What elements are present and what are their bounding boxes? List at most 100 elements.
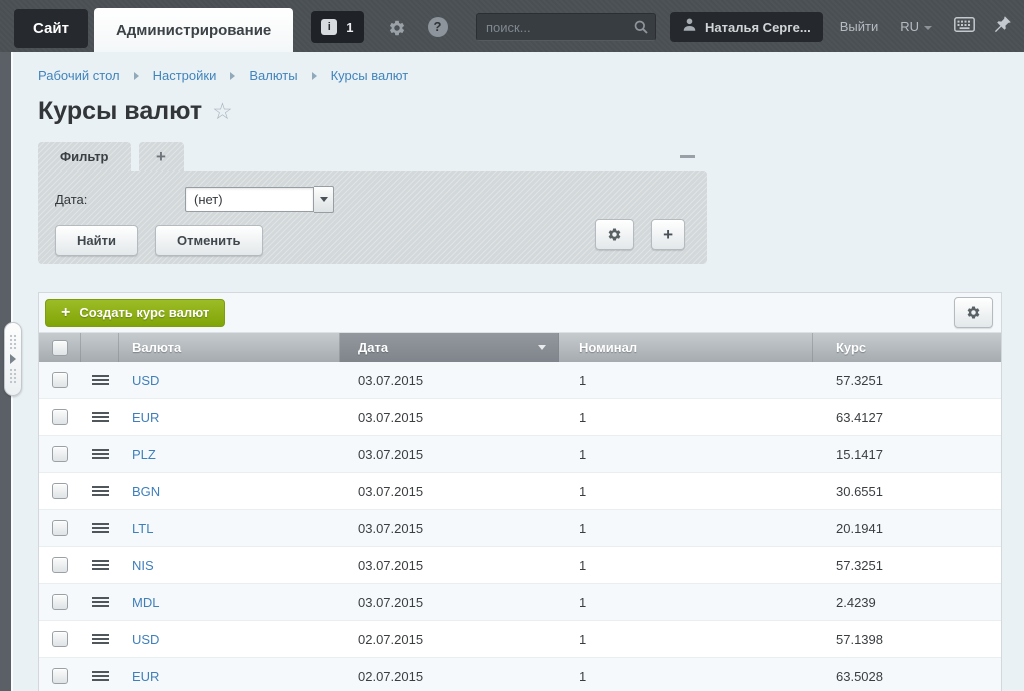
column-header-nominal[interactable]: Номинал: [559, 333, 813, 362]
logout-link[interactable]: Выйти: [840, 19, 879, 34]
left-menu-toggle[interactable]: [4, 322, 22, 396]
keyboard-icon[interactable]: [954, 17, 975, 37]
rate-nominal: 1: [559, 621, 813, 657]
breadcrumb-desktop[interactable]: Рабочий стол: [38, 68, 120, 83]
page-title: Курсы валют: [38, 97, 202, 126]
pushpin-icon[interactable]: [993, 15, 1012, 39]
tab-administration[interactable]: Администрирование: [94, 8, 293, 52]
table-row: USD 02.07.2015 1 57.1398: [39, 621, 1001, 658]
date-filter-select[interactable]: (нет): [185, 187, 314, 212]
rate-nominal: 1: [559, 658, 813, 691]
table-header: Валюта Дата Номинал Курс: [39, 333, 1001, 362]
star-icon[interactable]: ☆: [212, 100, 233, 123]
table-row: BGN 03.07.2015 1 30.6551: [39, 473, 1001, 510]
chevron-down-icon: [320, 197, 328, 202]
rate-date: 03.07.2015: [340, 510, 559, 546]
filter-panel: Дата: (нет) Найти Отменить +: [38, 171, 707, 264]
hamburger-icon[interactable]: [92, 449, 109, 459]
column-header-date[interactable]: Дата: [340, 333, 559, 362]
row-checkbox[interactable]: [52, 409, 68, 425]
filter-settings-button[interactable]: [595, 219, 634, 250]
row-checkbox[interactable]: [52, 631, 68, 647]
person-icon: [682, 17, 697, 37]
column-header-rate[interactable]: Курс: [813, 333, 1001, 362]
tab-site[interactable]: Сайт: [14, 9, 88, 48]
gear-icon: [607, 227, 622, 242]
add-filter-tab-button[interactable]: +: [139, 142, 184, 171]
breadcrumb-currencies[interactable]: Валюты: [249, 68, 297, 83]
row-checkbox[interactable]: [52, 594, 68, 610]
hamburger-icon[interactable]: [92, 486, 109, 496]
table-row: NIS 03.07.2015 1 57.3251: [39, 547, 1001, 584]
notifications-button[interactable]: i 1: [311, 11, 363, 43]
currency-link[interactable]: PLZ: [132, 447, 156, 462]
find-button[interactable]: Найти: [55, 225, 138, 256]
row-checkbox[interactable]: [52, 446, 68, 462]
row-checkbox[interactable]: [52, 372, 68, 388]
row-checkbox[interactable]: [52, 520, 68, 536]
currency-link[interactable]: BGN: [132, 484, 160, 499]
sort-desc-caret-icon: [538, 345, 546, 350]
currency-link[interactable]: NIS: [132, 558, 154, 573]
rate-value: 20.1941: [813, 510, 1001, 546]
currency-link[interactable]: LTL: [132, 521, 153, 536]
plus-icon: +: [663, 226, 673, 243]
column-header-currency[interactable]: Валюта: [119, 333, 340, 362]
gear-icon[interactable]: [388, 19, 406, 42]
row-checkbox[interactable]: [52, 557, 68, 573]
date-filter-label: Дата:: [55, 192, 185, 207]
question-circle-icon[interactable]: ?: [428, 17, 448, 37]
rate-nominal: 1: [559, 399, 813, 435]
grid-settings-button[interactable]: [954, 297, 993, 328]
rate-date: 03.07.2015: [340, 584, 559, 620]
hamburger-icon[interactable]: [92, 634, 109, 644]
breadcrumb-settings[interactable]: Настройки: [153, 68, 217, 83]
user-menu-button[interactable]: Наталья Серге...: [670, 12, 823, 42]
collapse-filter-button[interactable]: [680, 155, 695, 158]
hamburger-icon[interactable]: [92, 671, 109, 681]
create-rate-button[interactable]: + Создать курс валют: [45, 299, 225, 327]
table-row: MDL 03.07.2015 1 2.4239: [39, 584, 1001, 621]
topbar-search: [476, 13, 656, 41]
rate-date: 03.07.2015: [340, 436, 559, 472]
rate-date: 02.07.2015: [340, 658, 559, 691]
filter-block: Фильтр + Дата: (нет) Найти Отменить: [38, 142, 707, 264]
hamburger-icon[interactable]: [92, 375, 109, 385]
breadcrumb: Рабочий стол Настройки Валюты Курсы валю…: [38, 68, 1002, 83]
breadcrumb-currency-rates[interactable]: Курсы валют: [331, 68, 409, 83]
chevron-right-icon: [10, 354, 16, 364]
tab-filter[interactable]: Фильтр: [38, 142, 131, 171]
rate-date: 02.07.2015: [340, 621, 559, 657]
language-selector[interactable]: RU: [900, 19, 932, 34]
magnifier-icon[interactable]: [633, 19, 649, 40]
table-row: USD 03.07.2015 1 57.3251: [39, 362, 1001, 399]
currency-link[interactable]: USD: [132, 373, 159, 388]
rate-nominal: 1: [559, 473, 813, 509]
grip-dots-icon: [9, 368, 17, 384]
rate-date: 03.07.2015: [340, 399, 559, 435]
hamburger-icon[interactable]: [92, 523, 109, 533]
hamburger-icon[interactable]: [92, 412, 109, 422]
hamburger-icon[interactable]: [92, 560, 109, 570]
gear-icon: [966, 305, 981, 320]
row-checkbox[interactable]: [52, 668, 68, 684]
currency-rates-grid: + Создать курс валют Валюта Дата Номинал…: [38, 292, 1002, 691]
row-checkbox[interactable]: [52, 483, 68, 499]
currency-link[interactable]: EUR: [132, 410, 159, 425]
info-bubble-icon: i: [321, 19, 337, 35]
currency-link[interactable]: EUR: [132, 669, 159, 684]
breadcrumb-arrow-icon: [134, 72, 139, 80]
hamburger-icon[interactable]: [92, 597, 109, 607]
select-all-checkbox[interactable]: [52, 340, 68, 356]
language-label: RU: [900, 19, 919, 34]
create-rate-label: Создать курс валют: [79, 305, 209, 320]
currency-link[interactable]: USD: [132, 632, 159, 647]
add-filter-field-button[interactable]: +: [651, 219, 685, 250]
cancel-button[interactable]: Отменить: [155, 225, 263, 256]
date-filter-dropdown-button[interactable]: [314, 186, 334, 213]
plus-icon: +: [61, 304, 70, 322]
rate-value: 57.3251: [813, 362, 1001, 398]
rate-value: 15.1417: [813, 436, 1001, 472]
search-input[interactable]: [476, 13, 656, 41]
currency-link[interactable]: MDL: [132, 595, 159, 610]
